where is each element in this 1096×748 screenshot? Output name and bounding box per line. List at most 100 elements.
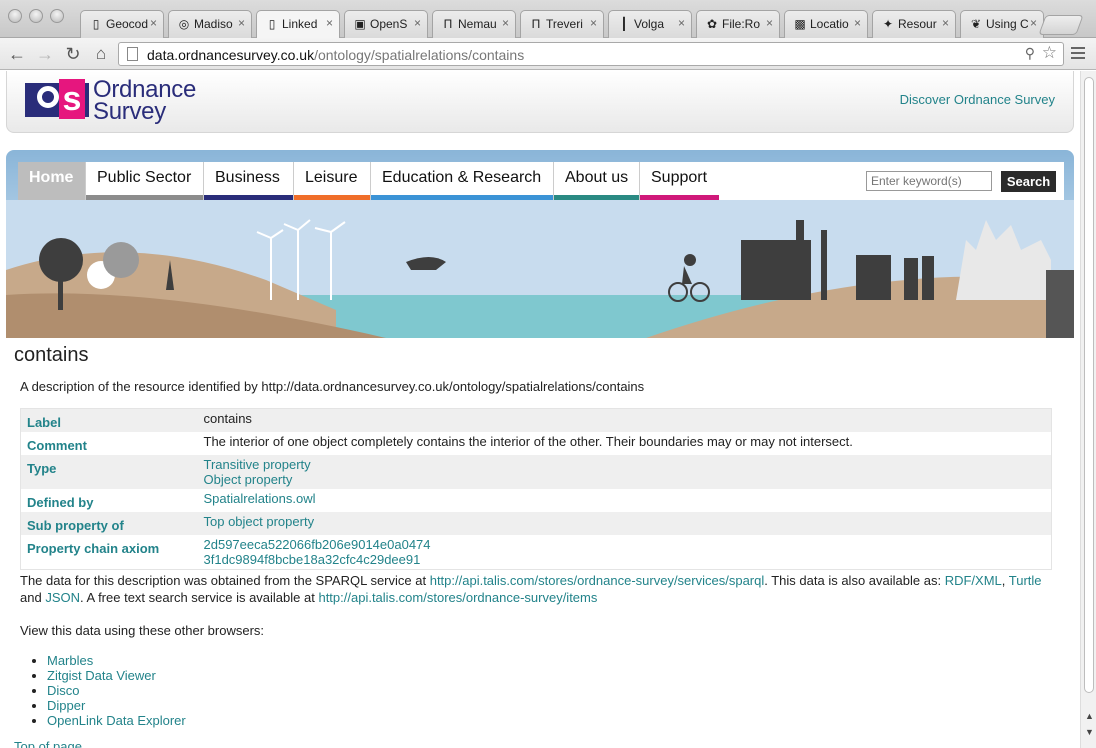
minimize-window-button[interactable] [29,9,43,23]
list-item: OpenLink Data Explorer [47,713,1064,728]
property-values: 2d597eeca522066fb206e9014e0a0474 3f1dc989… [198,535,1052,570]
discover-link[interactable]: Discover Ordnance Survey [900,92,1055,107]
json-link[interactable]: JSON [45,590,80,605]
tab-close-icon[interactable]: × [1030,16,1037,30]
property-values: The interior of one object completely co… [198,432,1052,455]
tab-close-icon[interactable]: × [942,16,949,30]
page-icon: ▯ [268,17,276,31]
property-value-link[interactable]: Spatialrelations.owl [204,491,1046,506]
pi-icon: Π [443,17,453,31]
tab-close-icon[interactable]: × [678,16,685,30]
address-url[interactable]: data.ordnancesurvey.co.uk/ontology/spati… [147,47,524,63]
browser-tab[interactable]: ▯ Geocod × [80,10,164,38]
reload-icon[interactable]: ↻ [62,43,84,65]
browser-tab[interactable]: ✿ File:Ro × [696,10,780,38]
property-value-link[interactable]: Object property [204,472,1046,487]
home-icon[interactable]: ⌂ [90,43,112,65]
properties-table: Label contains Comment The interior of one … [20,408,1052,570]
nav-item-leisure[interactable]: Leisure [293,162,370,200]
search-items-link[interactable]: http://api.talis.com/stores/ordnance-sur… [318,590,597,605]
new-tab-button[interactable] [1038,15,1084,35]
top-of-page-link[interactable]: Top of page [14,739,82,748]
address-bar[interactable]: data.ordnancesurvey.co.uk/ontology/spati… [118,42,1064,66]
scroll-up-arrow[interactable]: ▲ [1085,711,1094,721]
main-navigation: Home Public Sector Business Leisure Educatio… [18,162,1064,200]
resource-description: A description of the resource identified… [20,379,645,394]
table-row: Sub property of Top object property [20,512,1052,535]
leaf-icon: ❦ [970,17,982,31]
list-item: Zitgist Data Viewer [47,668,1064,683]
vertical-scrollbar[interactable]: ▲ ▼ [1080,71,1096,748]
nav-item-education-research[interactable]: Education & Research [370,162,553,200]
scrollbar-thumb[interactable] [1084,77,1094,693]
back-arrow-icon[interactable]: ← [6,43,28,65]
tab-close-icon[interactable]: × [326,16,333,30]
table-row: Defined by Spatialrelations.owl [21,489,1052,512]
menu-icon[interactable] [1071,47,1085,62]
tab-close-icon[interactable]: × [502,16,509,30]
browser-link[interactable]: Zitgist Data Viewer [47,668,156,683]
map-icon: ▣ [354,17,366,31]
ordnance-survey-logo[interactable]: s Ordnance Survey [25,78,196,125]
zoom-icon[interactable]: ⚲ [1025,45,1035,62]
bookmark-star-icon[interactable]: ☆ [1042,43,1057,63]
tab-close-icon[interactable]: × [238,16,245,30]
nav-item-label: Leisure [305,169,358,186]
page-icon [127,47,138,61]
nav-item-label: Education & Research [382,169,542,186]
property-values: Top object property [198,512,1052,535]
browser-link[interactable]: Marbles [47,653,93,668]
nav-item-about-us[interactable]: About us [553,162,639,200]
browser-tab[interactable]: ◎ Madiso × [168,10,252,38]
browser-tab[interactable]: Π Treveri × [520,10,604,38]
tab-close-icon[interactable]: × [590,16,597,30]
property-value-link[interactable]: 3f1dc9894f8bcbe18a32cfc4c29dee91 [204,552,1046,567]
property-value-link[interactable]: Top object property [204,514,1046,529]
nav-item-public-sector[interactable]: Public Sector [85,162,203,200]
table-row: Type Transitive property Object property [20,455,1052,489]
browser-tab[interactable]: ▯ Linked × [256,10,340,38]
browser-tab[interactable]: ✦ Resour × [872,10,956,38]
browser-tab[interactable]: Π Nemau × [432,10,516,38]
browser-tab[interactable]: ❦ Using C × [960,10,1044,38]
nav-item-label: Home [29,169,74,186]
tab-close-icon[interactable]: × [150,16,157,30]
browser-tab[interactable]: ┃ Volga × [608,10,692,38]
sparql-link[interactable]: http://api.talis.com/stores/ordnance-sur… [430,573,765,588]
tab-close-icon[interactable]: × [414,16,421,30]
browser-link[interactable]: OpenLink Data Explorer [47,713,186,728]
property-key: Property chain axiom [27,541,160,556]
tab-close-icon[interactable]: × [854,16,861,30]
search-input[interactable] [866,171,992,191]
property-value-link[interactable]: Transitive property [204,457,1046,472]
tab-close-icon[interactable]: × [766,16,773,30]
nav-color-bar [86,195,203,200]
zoom-window-button[interactable] [50,9,64,23]
nav-color-bar [554,195,639,200]
turtle-link[interactable]: Turtle [1009,573,1042,588]
list-item: Disco [47,683,1064,698]
browser-tab[interactable]: ▣ OpenS × [344,10,428,38]
property-values: Spatialrelations.owl [198,489,1052,512]
tab-title: Locatio [810,17,849,31]
property-value-link[interactable]: 2d597eeca522066fb206e9014e0a0474 [204,537,1046,552]
browsers-intro: View this data using these other browser… [20,623,265,638]
browser-link[interactable]: Dipper [47,698,85,713]
property-key: Label [27,415,61,430]
tab-title: Treveri [546,17,583,31]
table-row: Label contains [20,408,1052,432]
nav-item-support[interactable]: Support [639,162,719,200]
bars-icon: ┃ [620,17,628,31]
browser-link[interactable]: Disco [47,683,80,698]
property-key: Sub property of [27,518,124,533]
nav-color-bar [18,195,85,200]
browser-tab[interactable]: ▩ Locatio × [784,10,868,38]
forward-arrow-icon[interactable]: → [34,43,56,65]
close-window-button[interactable] [8,9,22,23]
search-button[interactable]: Search [1001,171,1056,192]
os-logo-mark: s [25,79,89,119]
nav-item-home[interactable]: Home [18,162,85,200]
nav-item-business[interactable]: Business [203,162,293,200]
scroll-down-arrow[interactable]: ▼ [1085,727,1094,737]
rdfxml-link[interactable]: RDF/XML [945,573,1002,588]
